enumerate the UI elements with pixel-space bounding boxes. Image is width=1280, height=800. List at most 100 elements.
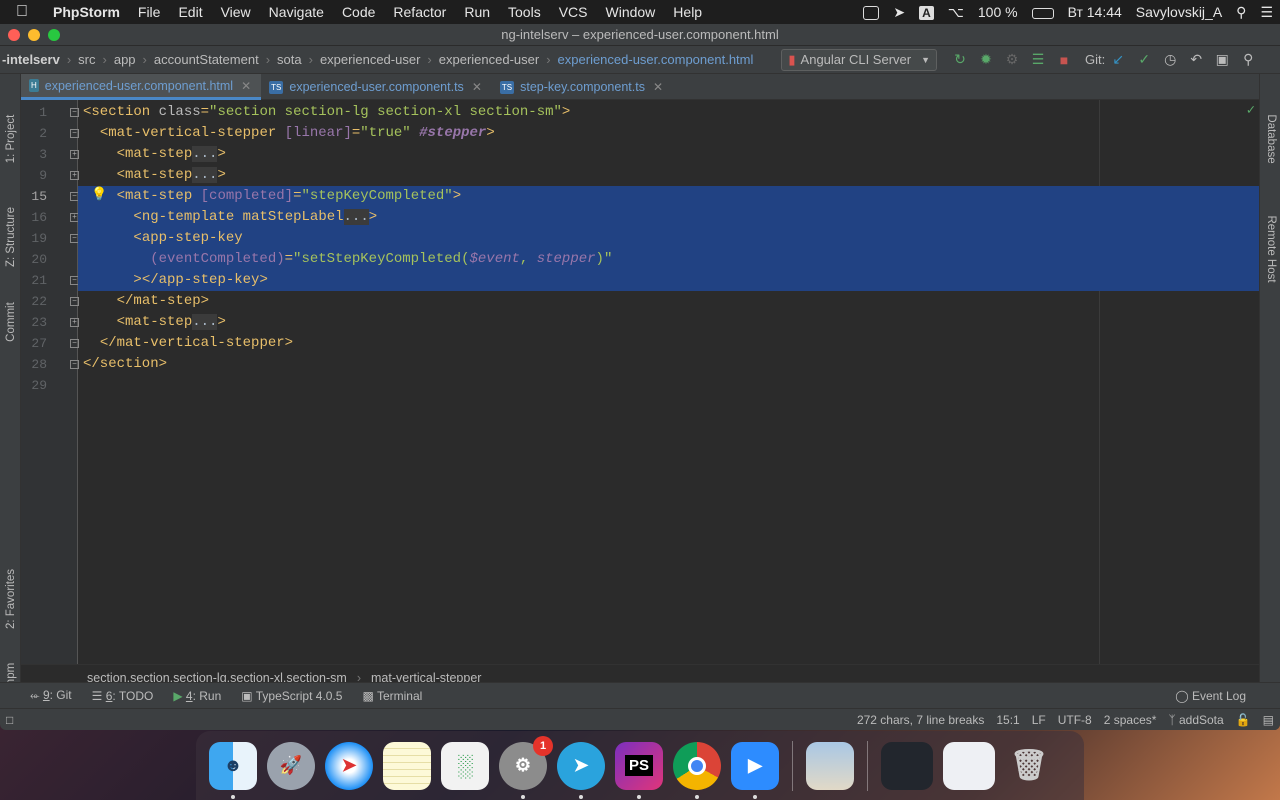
status-git-branch[interactable]: ᛉ addSota (1162, 713, 1229, 727)
nav-crumb-project[interactable]: -intelserv (0, 52, 64, 67)
line-number[interactable]: 28 (21, 354, 47, 375)
menu-vcs[interactable]: VCS (550, 4, 597, 20)
line-number[interactable]: 20 (21, 249, 47, 270)
close-icon[interactable]: ✕ (472, 80, 482, 94)
battery-icon[interactable] (1025, 4, 1061, 20)
code-line[interactable]: <app-step-key (78, 228, 1259, 249)
intention-bulb-icon[interactable]: 💡 (91, 187, 107, 202)
run-configuration-select[interactable]: ▮ Angular CLI Server ▼ (781, 48, 938, 71)
line-number[interactable]: 27 (21, 333, 47, 354)
profile-icon[interactable]: ☰ (1025, 51, 1051, 68)
tool-window-run[interactable]: ▶ 4: Run (163, 689, 231, 703)
close-icon[interactable]: ✕ (653, 80, 663, 94)
clock[interactable]: Вт 14:44 (1061, 4, 1129, 20)
status-encoding[interactable]: UTF-8 (1052, 713, 1098, 727)
tab-experienced-user-ts[interactable]: TS experienced-user.component.ts ✕ (261, 74, 492, 100)
nav-crumb-experienced-user-2[interactable]: experienced-user (435, 52, 543, 67)
tool-window-typescript[interactable]: ▣ TypeScript 4.0.5 (231, 689, 352, 703)
dock-preview[interactable] (806, 741, 854, 790)
code-line[interactable]: </section> (78, 354, 1259, 375)
tool-window-todo[interactable]: ☰ 6: TODO (82, 689, 164, 703)
menu-run[interactable]: Run (455, 4, 499, 20)
tool-tab-commit[interactable]: Commit (0, 292, 21, 352)
dock-numbers[interactable]: ░ (441, 741, 489, 790)
line-number[interactable]: 9 (21, 165, 47, 186)
line-number[interactable]: 22 (21, 291, 47, 312)
tool-window-git[interactable]: ⬰ 9: Git (0, 688, 82, 703)
input-source-icon[interactable]: A (912, 4, 941, 20)
code-line[interactable]: <ng-template matStepLabel...> (78, 207, 1259, 228)
line-number[interactable]: 16 (21, 207, 47, 228)
stop-icon[interactable]: ■ (1051, 52, 1077, 68)
code-line[interactable]: (eventCompleted)="setStepKeyCompleted($e… (78, 249, 1259, 270)
rerun-icon[interactable]: ↻ (947, 51, 973, 68)
git-update-icon[interactable]: ↙ (1105, 51, 1131, 68)
menu-view[interactable]: View (212, 4, 260, 20)
menu-app-name[interactable]: PhpStorm (44, 4, 129, 20)
git-commit-icon[interactable]: ✓ (1131, 51, 1157, 68)
code-line[interactable]: ></app-step-key> (78, 270, 1259, 291)
dock-finder[interactable]: ☻ (209, 741, 257, 799)
code-line[interactable]: <mat-step...> (78, 312, 1259, 333)
status-line-separator[interactable]: LF (1026, 713, 1052, 727)
editor-gutter[interactable]: 1−2−3 +9 +15−16 +19−20 21−22−23 +27−28−29 (21, 100, 79, 664)
code-line[interactable] (78, 375, 1259, 396)
user-name[interactable]: Savylovskij_A (1129, 4, 1229, 20)
dock-minimized-window-2[interactable] (943, 741, 995, 790)
control-center-icon[interactable]: ☰ (1253, 4, 1280, 21)
nav-crumb-sota[interactable]: sota (273, 52, 306, 67)
apple-menu-icon[interactable]:  (0, 3, 44, 21)
code-line[interactable]: </mat-vertical-stepper> (78, 333, 1259, 354)
code-line[interactable]: <mat-step...> (78, 144, 1259, 165)
line-number[interactable]: 3 (21, 144, 47, 165)
line-number[interactable]: 21 (21, 270, 47, 291)
code-area[interactable]: <section class="section section-lg secti… (78, 100, 1259, 664)
rollback-icon[interactable]: ↶ (1183, 51, 1209, 68)
menu-file[interactable]: File (129, 4, 170, 20)
nav-crumb-experienced-user[interactable]: experienced-user (316, 52, 424, 67)
menu-window[interactable]: Window (597, 4, 665, 20)
nav-crumb-file[interactable]: experienced-user.component.html (554, 52, 758, 67)
dock-telegram[interactable]: ➤ (557, 741, 605, 799)
code-line[interactable]: <mat-step [completed]="stepKeyCompleted"… (78, 186, 1259, 207)
debug-icon[interactable]: ✹ (973, 51, 999, 68)
tool-tab-favorites[interactable]: 2: Favorites (0, 554, 21, 644)
tab-experienced-user-html[interactable]: H experienced-user.component.html ✕ (21, 74, 262, 100)
menu-help[interactable]: Help (664, 4, 711, 20)
code-line[interactable]: <mat-vertical-stepper [linear]="true" #s… (78, 123, 1259, 144)
close-window-button[interactable] (8, 28, 20, 41)
line-number[interactable]: 15 (21, 186, 47, 207)
wifi-icon[interactable]: ⌥ (941, 4, 971, 21)
lock-icon[interactable]: 🔓 (1230, 713, 1257, 727)
coverage-icon[interactable]: ⚙ (999, 51, 1025, 68)
dock-trash[interactable]: 🗑 (1005, 742, 1053, 790)
tool-tab-project[interactable]: 1: Project (0, 99, 21, 179)
zoom-window-button[interactable] (48, 28, 60, 41)
presentation-icon[interactable]: ▣ (1209, 51, 1235, 68)
code-line[interactable]: </mat-step> (78, 291, 1259, 312)
menu-refactor[interactable]: Refactor (384, 4, 455, 20)
line-number[interactable]: 23 (21, 312, 47, 333)
tool-tab-remote-host[interactable]: Remote Host (1260, 199, 1280, 299)
tool-window-terminal[interactable]: ▩ Terminal (352, 689, 432, 703)
tool-tab-structure[interactable]: Z: Structure (0, 192, 21, 282)
close-icon[interactable]: ✕ (241, 79, 251, 93)
tab-step-key-ts[interactable]: TS step-key.component.ts ✕ (492, 74, 673, 100)
nav-crumb-app[interactable]: app (110, 52, 140, 67)
event-log-button[interactable]: ◯ Event Log (1165, 689, 1280, 703)
zoom-tray-icon[interactable] (856, 4, 886, 21)
status-caret-position[interactable]: 15:1 (990, 713, 1025, 727)
dock-minimized-window-1[interactable] (881, 741, 933, 790)
dock-phpstorm[interactable]: PS (615, 741, 663, 799)
line-number[interactable]: 1 (21, 102, 47, 123)
menu-code[interactable]: Code (333, 4, 384, 20)
search-everywhere-icon[interactable]: ⚲ (1235, 51, 1261, 68)
menu-navigate[interactable]: Navigate (260, 4, 333, 20)
nav-crumb-accountstatement[interactable]: accountStatement (150, 52, 263, 67)
inspection-ok-icon[interactable]: ✓ (1247, 102, 1255, 119)
dock-system-preferences[interactable]: ⚙ 1 (499, 735, 553, 799)
dock-launchpad[interactable]: 🚀 (267, 741, 315, 790)
spotlight-search-icon[interactable]: ⚲ (1229, 4, 1253, 21)
memory-indicator-icon[interactable]: ▤ (1257, 713, 1280, 727)
dock-zoom[interactable]: ▶ (731, 741, 779, 799)
